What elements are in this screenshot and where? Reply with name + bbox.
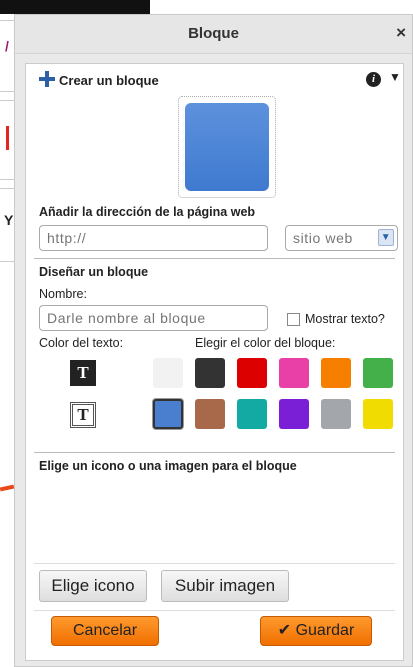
- save-button[interactable]: ✔ Guardar: [260, 616, 372, 646]
- color-swatch[interactable]: [153, 358, 183, 388]
- divider: [34, 610, 395, 611]
- block-name-input[interactable]: [39, 305, 268, 331]
- block-dialog: Bloque × Crear un bloque i ▼ Añadir la d…: [14, 14, 413, 667]
- text-color-label: Color del texto:: [39, 336, 124, 350]
- block-color-label: Elegir el color del bloque:: [195, 336, 336, 350]
- background-glyph: Y: [4, 212, 14, 228]
- color-swatch[interactable]: [363, 358, 393, 388]
- color-swatch[interactable]: [321, 399, 351, 429]
- upload-image-button[interactable]: Subir imagen: [161, 570, 289, 602]
- color-swatch[interactable]: [363, 399, 393, 429]
- show-text-checkbox[interactable]: [287, 313, 300, 326]
- block-preview: [185, 103, 269, 191]
- site-type-select[interactable]: sitio web ▼: [285, 225, 398, 251]
- background-mark: [6, 126, 9, 150]
- site-type-value: sitio web: [293, 230, 353, 246]
- chevron-down-icon: ▼: [378, 229, 394, 246]
- color-swatch[interactable]: [195, 399, 225, 429]
- text-color-light-option[interactable]: T: [70, 402, 96, 428]
- color-swatch[interactable]: [279, 358, 309, 388]
- info-icon[interactable]: i: [366, 72, 381, 87]
- dialog-panel: Crear un bloque i ▼ Añadir la dirección …: [25, 63, 404, 661]
- dialog-titlebar: Bloque ×: [15, 15, 412, 54]
- color-swatch[interactable]: [237, 358, 267, 388]
- web-address-title: Añadir la dirección de la página web: [39, 205, 256, 219]
- url-input[interactable]: [39, 225, 268, 251]
- design-block-title: Diseñar un bloque: [39, 265, 149, 279]
- create-block-label: Crear un bloque: [59, 73, 159, 88]
- block-preview-frame: [178, 96, 276, 198]
- name-label: Nombre:: [39, 287, 87, 301]
- save-button-label: Guardar: [295, 622, 355, 639]
- dialog-title: Bloque: [188, 25, 239, 42]
- icon-image-title: Elige un icono o una imagen para el bloq…: [39, 459, 297, 473]
- color-swatch[interactable]: [237, 399, 267, 429]
- divider: [34, 258, 395, 259]
- dropdown-caret-icon[interactable]: ▼: [389, 70, 401, 84]
- choose-icon-button[interactable]: Elige icono: [39, 570, 147, 602]
- color-swatch[interactable]: [195, 358, 225, 388]
- divider: [34, 452, 395, 453]
- cancel-button[interactable]: Cancelar: [51, 616, 159, 646]
- background-page-bar: [0, 0, 150, 14]
- divider: [34, 563, 395, 564]
- close-icon[interactable]: ×: [396, 23, 406, 43]
- text-color-dark-option[interactable]: T: [70, 360, 96, 386]
- check-icon: ✔: [277, 622, 292, 639]
- color-swatch[interactable]: [279, 399, 309, 429]
- plus-icon: [39, 71, 55, 87]
- color-swatch[interactable]: [153, 399, 183, 429]
- background-glyph: /: [5, 38, 9, 54]
- color-swatch[interactable]: [321, 358, 351, 388]
- show-text-label: Mostrar texto?: [305, 312, 385, 326]
